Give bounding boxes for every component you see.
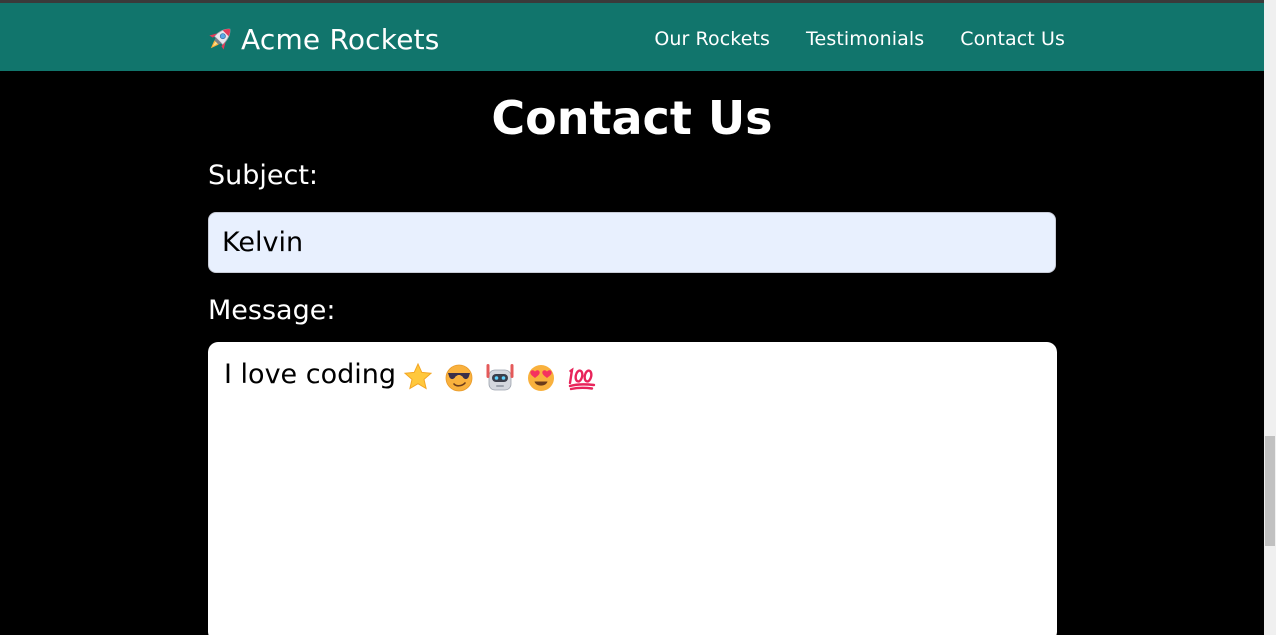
message-text: I love coding (224, 359, 396, 390)
message-emojis (402, 361, 598, 393)
hundred-points-emoji-icon (566, 361, 598, 393)
robot-emoji-icon (484, 361, 516, 393)
star-emoji-icon (402, 361, 434, 393)
contact-form-section: Contact Us Subject: Message: I love codi… (207, 71, 1058, 635)
nav-link-testimonials[interactable]: Testimonials (806, 28, 924, 50)
browser-viewport: Acme Rockets Our Rockets Testimonials Co… (0, 0, 1276, 635)
subject-input[interactable] (208, 212, 1056, 273)
sunglasses-face-emoji-icon (443, 361, 475, 393)
nav-links: Our Rockets Testimonials Contact Us (654, 28, 1065, 50)
page-scrollbar-thumb[interactable] (1265, 436, 1275, 546)
heart-eyes-face-emoji-icon (525, 361, 557, 393)
message-label: Message: (208, 295, 336, 326)
nav-link-contact-us[interactable]: Contact Us (960, 28, 1065, 50)
message-textarea[interactable]: I love coding (207, 341, 1058, 635)
nav-link-our-rockets[interactable]: Our Rockets (654, 28, 770, 50)
subject-label: Subject: (208, 160, 319, 191)
brand-label: Acme Rockets (241, 22, 440, 56)
navbar: Acme Rockets Our Rockets Testimonials Co… (0, 3, 1264, 71)
rocket-icon (204, 23, 236, 55)
brand-link[interactable]: Acme Rockets (204, 19, 440, 59)
page-title: Contact Us (491, 91, 773, 145)
